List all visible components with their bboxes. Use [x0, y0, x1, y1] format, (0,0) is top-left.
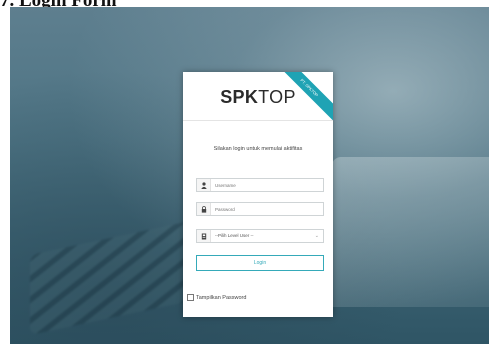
show-password-label: Tampilkan Password [196, 294, 247, 301]
username-input[interactable] [211, 179, 323, 191]
brand-bold: SPK [220, 87, 259, 107]
lock-icon [197, 203, 211, 215]
show-password-toggle[interactable]: Tampilkan Password [187, 294, 246, 301]
brand-logo: SPKTOP [183, 87, 333, 108]
keyboard-decoration [30, 218, 200, 336]
user-icon [197, 179, 211, 191]
brand-light: TOP [258, 87, 296, 107]
login-button[interactable]: Login [196, 255, 324, 271]
id-card-icon [197, 230, 211, 242]
level-user-value: --Pilih Level User -- [215, 233, 254, 238]
login-page-background: PT. SPKTOP SPKTOP Silakan login untuk me… [10, 7, 489, 344]
login-card: PT. SPKTOP SPKTOP Silakan login untuk me… [183, 72, 333, 317]
show-password-checkbox[interactable] [187, 294, 194, 301]
login-subtitle: Silakan login untuk memulai aktifitas [213, 146, 303, 152]
password-field [196, 202, 324, 216]
level-user-select[interactable]: --Pilih Level User -- ⌄ [196, 229, 324, 243]
password-input[interactable] [211, 203, 323, 215]
chevron-down-icon: ⌄ [314, 233, 319, 239]
header-divider [183, 120, 333, 121]
username-field [196, 178, 324, 192]
